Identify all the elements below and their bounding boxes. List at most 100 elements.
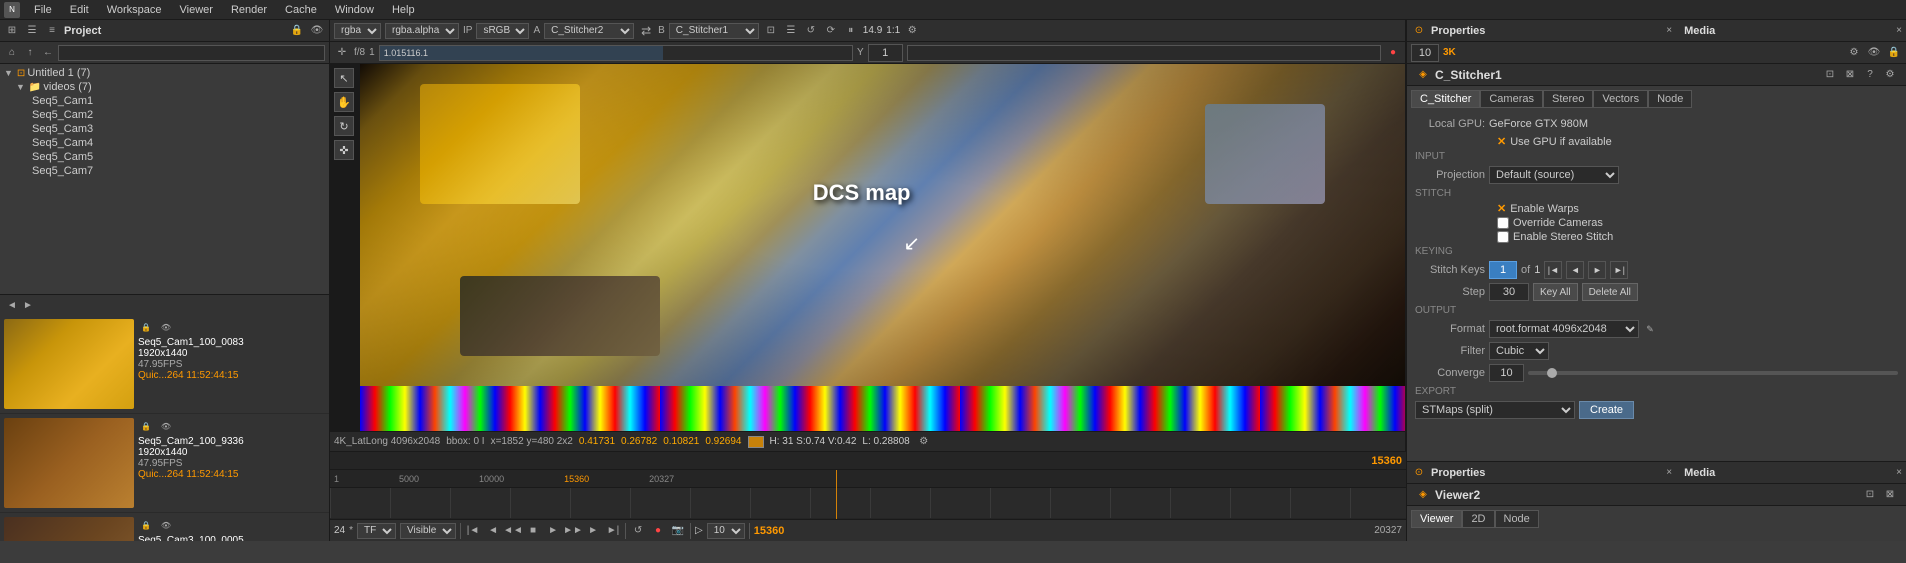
menu-file[interactable]: File	[30, 4, 56, 16]
viewer2-tab-2d[interactable]: 2D	[1462, 510, 1494, 528]
thumb-eye-2[interactable]: 👁	[158, 418, 174, 434]
y-scrubber[interactable]	[907, 45, 1381, 61]
loop-icon[interactable]: ⟳	[823, 23, 839, 39]
play-back-icon[interactable]: ◄◄	[505, 523, 521, 539]
timeline-body[interactable]: 1 5000 10000 15360 20327	[330, 470, 1406, 519]
menu-help[interactable]: Help	[388, 4, 419, 16]
step-back-icon[interactable]: ◄	[485, 523, 501, 539]
menu-edit[interactable]: Edit	[66, 4, 93, 16]
color-profile-select[interactable]: sRGB	[476, 23, 529, 39]
viewer2-close[interactable]: ×	[1666, 467, 1672, 478]
play-fwd-icon[interactable]: ►►	[565, 523, 581, 539]
status-settings-icon[interactable]: ⚙	[916, 434, 932, 450]
pointer-tool[interactable]: ↖	[334, 68, 354, 88]
stitch-next-icon[interactable]: ►	[1588, 261, 1606, 279]
delete-all-button[interactable]: Delete All	[1582, 283, 1638, 301]
menu-render[interactable]: Render	[227, 4, 271, 16]
menu-icon[interactable]: ≡	[44, 23, 60, 39]
left-arrow-icon[interactable]: ←	[40, 45, 56, 61]
arrow-up-icon[interactable]: ↑	[22, 45, 38, 61]
thumb-lock-1[interactable]: 🔒	[138, 319, 154, 335]
next-frame-icon[interactable]: ►|	[605, 523, 621, 539]
node-b-select[interactable]: C_Stitcher1	[669, 23, 759, 39]
tree-cam4[interactable]: Seq5_Cam4	[0, 136, 329, 150]
visibility-select[interactable]: Visible	[400, 523, 456, 539]
hand-tool[interactable]: ✋	[334, 92, 354, 112]
grid-view-icon[interactable]: ⊞	[4, 23, 20, 39]
timeline-scrubber[interactable]: 1.015116.1	[379, 45, 853, 61]
prop-tab-node[interactable]: Node	[1648, 90, 1692, 108]
red-dot-icon[interactable]: ●	[1385, 45, 1401, 61]
props-eye-icon[interactable]: 👁	[1866, 45, 1882, 61]
projection-select[interactable]: Default (source)	[1489, 166, 1619, 184]
filter-select[interactable]: Cubic	[1489, 342, 1549, 360]
prop-tab-cstitcher[interactable]: C_Stitcher	[1411, 90, 1480, 108]
node-help-icon[interactable]: ?	[1862, 67, 1878, 83]
tree-cam2[interactable]: Seq5_Cam2	[0, 108, 329, 122]
viewer2-tab-viewer[interactable]: Viewer	[1411, 510, 1462, 528]
swap-icon[interactable]: ⇄	[638, 23, 654, 39]
step-fwd-icon[interactable]: ►	[585, 523, 601, 539]
fit-icon[interactable]: ⊡	[763, 23, 779, 39]
tree-videos[interactable]: ▼ 📁 videos (7)	[0, 80, 329, 94]
thumbnail-card-3[interactable]: 🔒 👁 Seq5_Cam3_100_0005 1920x1440 47.95FP…	[0, 513, 329, 541]
move-tool[interactable]: ✜	[334, 140, 354, 160]
menu-window[interactable]: Window	[331, 4, 378, 16]
thumb-lock-3[interactable]: 🔒	[138, 517, 154, 533]
prop-tab-stereo[interactable]: Stereo	[1543, 90, 1593, 108]
stitch-keys-input[interactable]	[1489, 261, 1517, 279]
props-num-input[interactable]	[1411, 44, 1439, 62]
props-close[interactable]: ×	[1666, 25, 1672, 36]
viewer2-media-close[interactable]: ×	[1896, 467, 1902, 478]
viewer2-close-node-icon[interactable]: ⊠	[1882, 487, 1898, 503]
format-edit-icon[interactable]: ✎	[1643, 322, 1657, 336]
viewer2-expand-icon[interactable]: ⊡	[1862, 487, 1878, 503]
thumbnail-card-1[interactable]: 🔒 👁 Seq5_Cam1_100_0083 1920x1440 47.95FP…	[0, 315, 329, 414]
prev-frame-icon[interactable]: |◄	[465, 523, 481, 539]
tree-cam3[interactable]: Seq5_Cam3	[0, 122, 329, 136]
settings-icon[interactable]: ⚙	[904, 23, 920, 39]
loop-mode-icon[interactable]: ↺	[630, 523, 646, 539]
viewer2-tab-node[interactable]: Node	[1495, 510, 1539, 528]
y-input[interactable]	[868, 44, 903, 62]
create-button[interactable]: Create	[1579, 401, 1634, 419]
step-input[interactable]	[1489, 283, 1529, 301]
panel-eye-icon[interactable]: 👁	[309, 23, 325, 39]
node-a-select[interactable]: C_Stitcher2	[544, 23, 634, 39]
panel-lock-icon[interactable]: 🔒	[289, 23, 305, 39]
tree-cam1[interactable]: Seq5_Cam1	[0, 94, 329, 108]
node-settings-icon[interactable]: ⚙	[1882, 67, 1898, 83]
props-lock-icon[interactable]: 🔒	[1886, 45, 1902, 61]
converge-slider[interactable]	[1528, 371, 1898, 375]
thumb-eye-3[interactable]: 👁	[158, 517, 174, 533]
export-format-select[interactable]: STMaps (split)	[1415, 401, 1575, 419]
menu-cache[interactable]: Cache	[281, 4, 321, 16]
camera-icon[interactable]: 📷	[670, 523, 686, 539]
prop-tab-cameras[interactable]: Cameras	[1480, 90, 1543, 108]
menu-viewer[interactable]: Viewer	[176, 4, 217, 16]
stop-icon[interactable]: ■	[525, 523, 541, 539]
alpha-select[interactable]: rgba.alpha	[385, 23, 459, 39]
record-icon[interactable]: ●	[650, 523, 666, 539]
override-cameras-check[interactable]	[1497, 217, 1509, 229]
list-icon[interactable]: ☰	[783, 23, 799, 39]
scroll-right-icon[interactable]: ►	[20, 297, 36, 313]
node-expand-icon[interactable]: ⊡	[1822, 67, 1838, 83]
stitch-prev-icon[interactable]: ◄	[1566, 261, 1584, 279]
colorspace-select[interactable]: rgba	[334, 23, 381, 39]
props-gear-icon[interactable]: ⚙	[1846, 45, 1862, 61]
stitch-last-icon[interactable]: ►|	[1610, 261, 1628, 279]
thumb-lock-2[interactable]: 🔒	[138, 418, 154, 434]
media-close[interactable]: ×	[1896, 25, 1902, 36]
enable-stereo-check[interactable]	[1497, 231, 1509, 243]
tree-root[interactable]: ▼ ⊡ Untitled 1 (7)	[0, 66, 329, 80]
tree-cam7[interactable]: Seq5_Cam7	[0, 164, 329, 178]
key-all-button[interactable]: Key All	[1533, 283, 1578, 301]
format-select[interactable]: root.format 4096x2048	[1489, 320, 1639, 338]
crosshair-icon[interactable]: ✛	[334, 45, 350, 61]
home-icon[interactable]: ⌂	[4, 45, 20, 61]
tree-cam5[interactable]: Seq5_Cam5	[0, 150, 329, 164]
fps-select[interactable]: 10	[707, 523, 745, 539]
thumbnail-card-2[interactable]: 🔒 👁 Seq5_Cam2_100_9336 1920x1440 47.95FP…	[0, 414, 329, 513]
refresh-icon[interactable]: ↺	[803, 23, 819, 39]
